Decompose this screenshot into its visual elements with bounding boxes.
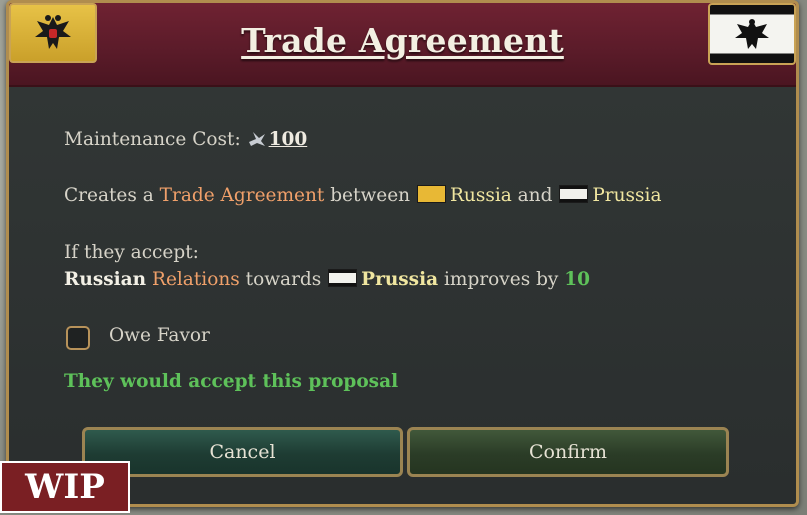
- creates-agreement-line: Creates a Trade Agreement between Russia…: [64, 185, 661, 206]
- confirm-button[interactable]: Confirm: [407, 427, 729, 477]
- and-text: and: [517, 185, 553, 206]
- influence-icon: [248, 132, 265, 146]
- maintenance-cost-line: Maintenance Cost: 100: [64, 129, 307, 150]
- relations-amount: 10: [564, 269, 591, 290]
- if-accept-heading: If they accept:: [64, 242, 199, 263]
- maintenance-value[interactable]: 100: [269, 129, 308, 150]
- cancel-button[interactable]: Cancel: [82, 427, 403, 477]
- trade-agreement-link[interactable]: Trade Agreement: [160, 185, 325, 206]
- wip-badge: WIP: [0, 461, 130, 513]
- creates-prefix: Creates a: [64, 185, 154, 206]
- country-a-name[interactable]: Russia: [450, 185, 512, 206]
- country-b-name[interactable]: Prussia: [592, 185, 661, 206]
- prussia-flag-icon[interactable]: [708, 3, 796, 65]
- dialog-title: Trade Agreement: [241, 21, 564, 60]
- relations-effect-line: Russian Relations towards Prussia improv…: [64, 269, 590, 290]
- relations-subject: Russian: [64, 269, 147, 290]
- dialog-header: Trade Agreement: [9, 3, 796, 87]
- trade-agreement-dialog: Trade Agreement Maintenance Cost: 100 Cr…: [6, 0, 799, 507]
- russia-mini-flag-icon[interactable]: [416, 185, 446, 203]
- improves-text: improves by: [444, 269, 559, 290]
- between-text: between: [330, 185, 411, 206]
- owe-favor-label[interactable]: Owe Favor: [109, 325, 210, 346]
- towards-text: towards: [245, 269, 322, 290]
- prussia-mini-flag-icon[interactable]: [559, 185, 589, 203]
- relations-target[interactable]: Prussia: [361, 269, 438, 290]
- prussia-mini-flag-icon[interactable]: [328, 269, 358, 287]
- relations-link[interactable]: Relations: [152, 269, 240, 290]
- acceptance-status: They would accept this proposal: [64, 371, 399, 392]
- owe-favor-checkbox[interactable]: [66, 326, 90, 350]
- maintenance-label: Maintenance Cost:: [64, 129, 241, 150]
